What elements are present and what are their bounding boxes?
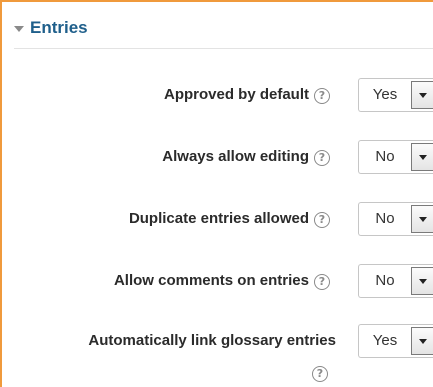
setting-label: Duplicate entries allowed: [128, 210, 309, 227]
dropdown-arrow-icon[interactable]: [411, 81, 433, 109]
select-value: Yes: [372, 332, 398, 349]
always-allow-editing-select[interactable]: No: [358, 140, 433, 174]
select-value: No: [375, 148, 395, 165]
entries-header: Entries: [2, 2, 433, 50]
dropdown-arrow-icon[interactable]: [411, 205, 433, 233]
select-value: No: [375, 272, 395, 289]
dropdown-arrow-icon[interactable]: [411, 143, 433, 171]
section-divider: [14, 48, 433, 49]
question-circle-icon[interactable]: ?: [314, 274, 330, 290]
setting-row-automatically-link-glossary-entries: Automatically link glossary entries ? Ye…: [0, 324, 433, 387]
setting-row-approved-by-default: Approved by default ? Yes: [0, 78, 433, 112]
chevron-down-icon: [14, 25, 24, 32]
question-circle-icon[interactable]: ?: [314, 212, 330, 228]
setting-row-always-allow-editing: Always allow editing ? No: [0, 140, 433, 174]
setting-label: Always allow editing: [162, 148, 309, 165]
question-circle-icon[interactable]: ?: [314, 150, 330, 166]
allow-comments-on-entries-select[interactable]: No: [358, 264, 433, 298]
question-circle-icon[interactable]: ?: [314, 88, 330, 104]
setting-label: Allow comments on entries: [113, 272, 309, 289]
setting-label: Approved by default: [163, 86, 309, 103]
section-title: Entries: [30, 18, 88, 37]
select-value: Yes: [372, 86, 398, 103]
dropdown-arrow-icon[interactable]: [411, 267, 433, 295]
setting-row-duplicate-entries-allowed: Duplicate entries allowed ? No: [0, 202, 433, 236]
duplicate-entries-allowed-select[interactable]: No: [358, 202, 433, 236]
approved-by-default-select[interactable]: Yes: [358, 78, 433, 112]
select-value: No: [375, 210, 395, 227]
setting-label: Automatically link glossary entries: [88, 332, 336, 349]
entries-collapse-toggle[interactable]: Entries: [14, 18, 88, 38]
setting-row-allow-comments-on-entries: Allow comments on entries ? No: [0, 264, 433, 298]
automatically-link-glossary-entries-select[interactable]: Yes: [358, 324, 433, 358]
dropdown-arrow-icon[interactable]: [411, 327, 433, 355]
question-circle-icon[interactable]: ?: [312, 366, 328, 382]
